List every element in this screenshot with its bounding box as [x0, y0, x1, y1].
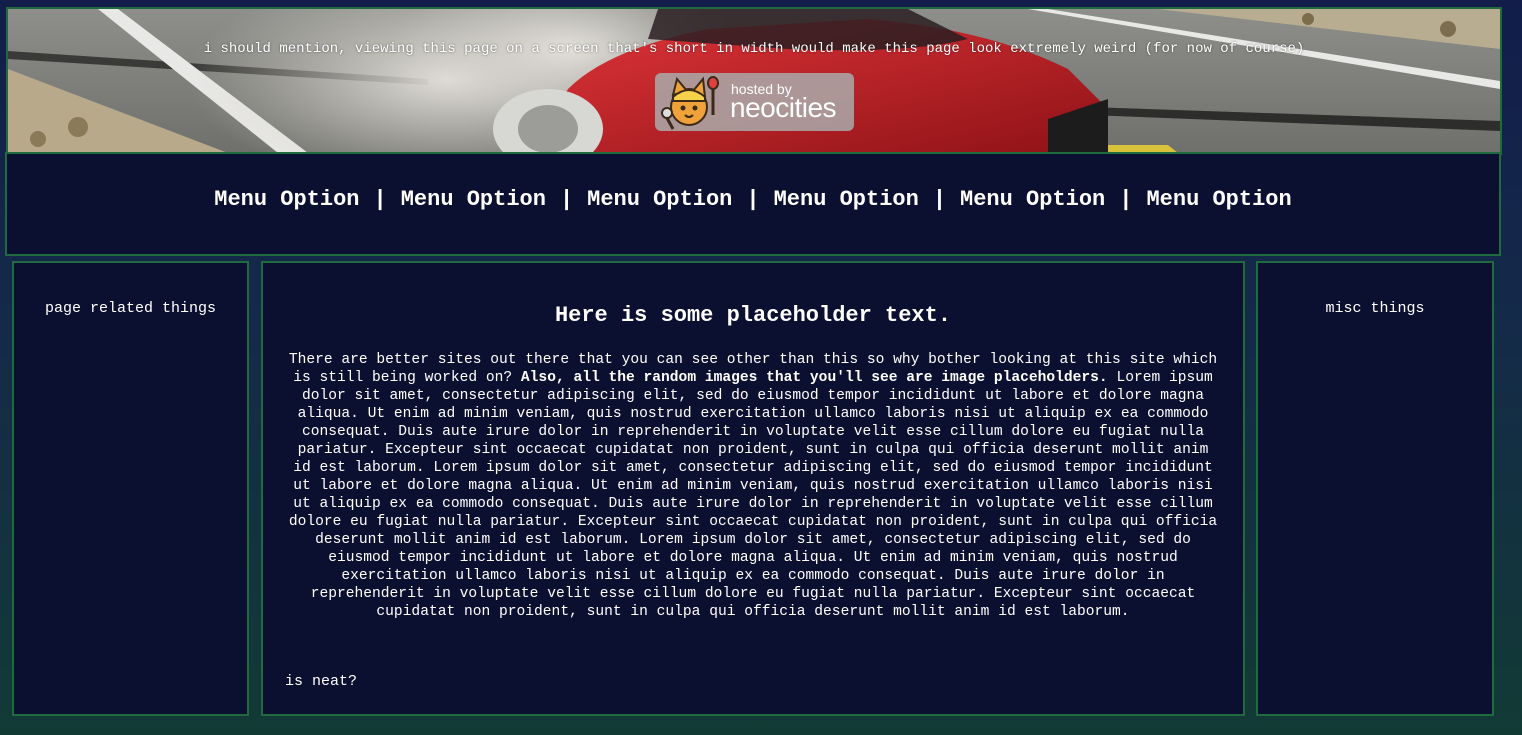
nav-item-2[interactable]: Menu Option [401, 187, 546, 212]
header-notice-text: i should mention, viewing this page on a… [203, 41, 1305, 57]
main-heading: Here is some placeholder text. [554, 303, 952, 328]
left-sidebar: page related things [12, 261, 249, 716]
main-content: Here is some placeholder text. There are… [261, 261, 1245, 716]
main-bold-note: Also, all the random images that you'll … [520, 370, 1108, 386]
neocities-cat-mascot-icon [661, 76, 719, 130]
neocities-badge-link[interactable]: hosted by neocities [655, 73, 854, 131]
nav-item-4[interactable]: Menu Option [774, 187, 919, 212]
right-sidebar: misc things [1256, 261, 1494, 716]
nav-separator: | [746, 186, 760, 212]
right-sidebar-title: misc things [1325, 300, 1425, 317]
nav-separator: | [559, 186, 574, 212]
nav-separator: | [373, 186, 387, 212]
nav-item-5[interactable]: Menu Option [960, 187, 1105, 212]
nav-separator: | [1119, 186, 1133, 212]
header-banner: i should mention, viewing this page on a… [6, 7, 1502, 155]
nav-bar: Menu Option | Menu Option | Menu Option … [5, 152, 1501, 256]
nav-item-1[interactable]: Menu Option [214, 187, 359, 212]
main-body-text: There are better sites out there that yo… [285, 351, 1221, 621]
nav-separator: | [932, 186, 947, 212]
nav-menu: Menu Option | Menu Option | Menu Option … [214, 187, 1291, 212]
nav-item-3[interactable]: Menu Option [587, 187, 732, 212]
nav-item-6[interactable]: Menu Option [1146, 187, 1291, 212]
main-footer-text: is neat? [285, 673, 358, 690]
left-sidebar-title: page related things [44, 300, 217, 317]
main-lorem-text: Lorem ipsum dolor sit amet, consectetur … [288, 370, 1218, 620]
badge-neocities-text: neocities [730, 92, 837, 123]
